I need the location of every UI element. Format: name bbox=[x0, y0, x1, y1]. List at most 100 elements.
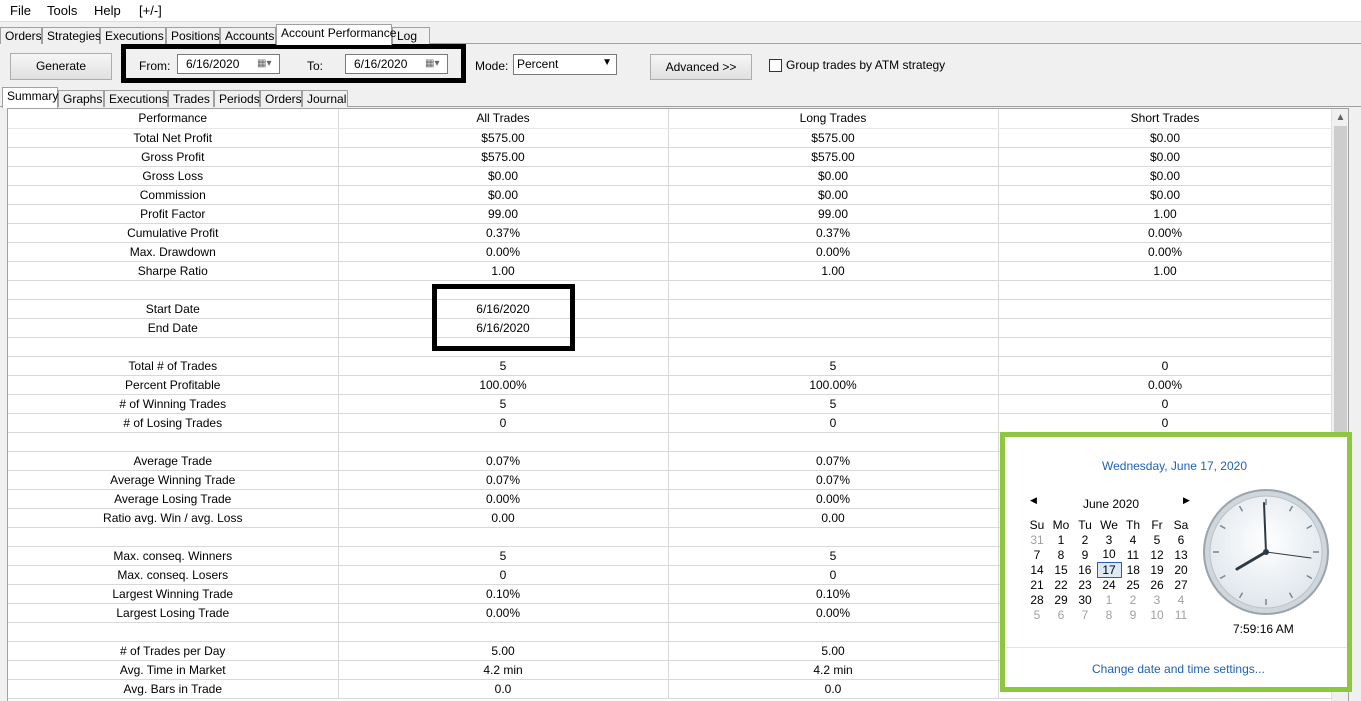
calendar-day[interactable]: 27 bbox=[1169, 577, 1193, 592]
table-row[interactable]: Cumulative Profit 0.37% 0.37% 0.00% bbox=[8, 223, 1333, 243]
calendar-day[interactable]: 19 bbox=[1145, 562, 1169, 577]
generate-button[interactable]: Generate bbox=[10, 53, 112, 80]
mode-select[interactable]: Percent ▼ bbox=[513, 54, 617, 75]
sub-tab-strip: Summary Graphs Executions Trades Periods… bbox=[0, 87, 1361, 108]
calendar-day[interactable]: 16 bbox=[1073, 562, 1097, 577]
scroll-up-arrow-icon[interactable]: ▲ bbox=[1332, 109, 1348, 126]
table-row[interactable]: Percent Profitable 100.00% 100.00% 0.00% bbox=[8, 375, 1333, 395]
calendar-day[interactable]: 28 bbox=[1025, 592, 1049, 607]
metric-value-cell: 0.00% bbox=[338, 603, 669, 623]
group-trades-checkbox[interactable] bbox=[769, 59, 782, 72]
weekday-header: Su bbox=[1029, 517, 1045, 532]
column-header[interactable]: Long Trades bbox=[668, 109, 999, 129]
calendar-day[interactable]: 31 bbox=[1025, 532, 1049, 547]
table-row[interactable]: # of Losing Trades 0 0 0 bbox=[8, 413, 1333, 433]
calendar-day[interactable]: 2 bbox=[1121, 592, 1145, 607]
calendar-day[interactable]: 1 bbox=[1097, 592, 1121, 607]
table-row[interactable]: Gross Loss $0.00 $0.00 $0.00 bbox=[8, 166, 1333, 186]
calendar-day[interactable]: 23 bbox=[1073, 577, 1097, 592]
calendar-day[interactable]: 3 bbox=[1097, 532, 1121, 547]
metric-value-cell: 0.00% bbox=[668, 242, 999, 262]
calendar-day[interactable]: 7 bbox=[1073, 607, 1097, 622]
metric-value-cell: 0.37% bbox=[338, 223, 669, 243]
metric-value-cell: $0.00 bbox=[668, 166, 999, 186]
calendar-day[interactable]: 4 bbox=[1121, 532, 1145, 547]
calendar-day[interactable]: 6 bbox=[1169, 532, 1193, 547]
menu-tools[interactable]: Tools bbox=[47, 3, 77, 18]
calendar-day[interactable]: 5 bbox=[1145, 532, 1169, 547]
table-header-row: Performance All Trades Long Trades Short… bbox=[8, 109, 1333, 129]
metric-value-cell: 0.00% bbox=[998, 242, 1333, 262]
calendar-day[interactable]: 22 bbox=[1049, 577, 1073, 592]
calendar-day[interactable]: 6 bbox=[1049, 607, 1073, 622]
calendar-day[interactable]: 25 bbox=[1121, 577, 1145, 592]
metric-value-cell: $0.00 bbox=[998, 147, 1333, 167]
tab-graphs[interactable]: Graphs bbox=[58, 90, 104, 107]
calendar-day[interactable]: 3 bbox=[1145, 592, 1169, 607]
calendar-day[interactable]: 24 bbox=[1097, 577, 1121, 592]
tab-executions-sub[interactable]: Executions bbox=[104, 90, 168, 107]
full-date-link[interactable]: Wednesday, June 17, 2020 bbox=[1005, 459, 1357, 473]
calendar-day[interactable]: 2 bbox=[1073, 532, 1097, 547]
tab-account-performance[interactable]: Account Performance bbox=[276, 24, 396, 45]
calendar-day[interactable]: 9 bbox=[1073, 547, 1097, 562]
tab-orders-sub[interactable]: Orders bbox=[260, 90, 302, 107]
calendar-day[interactable]: 20 bbox=[1169, 562, 1193, 577]
calendar-day[interactable]: 10 bbox=[1097, 547, 1121, 562]
tab-periods[interactable]: Periods bbox=[214, 90, 260, 107]
menu-file[interactable]: File bbox=[10, 3, 31, 18]
column-header[interactable]: Short Trades bbox=[998, 109, 1333, 129]
calendar-day[interactable]: 30 bbox=[1073, 592, 1097, 607]
table-row[interactable]: Total # of Trades 5 5 0 bbox=[8, 356, 1333, 376]
calendar-day[interactable]: 1 bbox=[1049, 532, 1073, 547]
table-row[interactable]: Total Net Profit $575.00 $575.00 $0.00 bbox=[8, 128, 1333, 148]
calendar-day[interactable]: 9 bbox=[1121, 607, 1145, 622]
tab-summary[interactable]: Summary bbox=[2, 87, 58, 108]
column-header[interactable]: All Trades bbox=[338, 109, 669, 129]
calendar-day[interactable]: 8 bbox=[1049, 547, 1073, 562]
table-row[interactable]: Start Date 6/16/2020 bbox=[8, 299, 1333, 319]
column-header[interactable]: Performance bbox=[8, 109, 339, 129]
calendar-day[interactable]: 10 bbox=[1145, 607, 1169, 622]
digital-time: 7:59:16 AM bbox=[1233, 622, 1294, 636]
previous-month-icon[interactable]: ◀ bbox=[1030, 495, 1037, 506]
calendar-day[interactable]: 14 bbox=[1025, 562, 1049, 577]
table-row[interactable]: Max. Drawdown 0.00% 0.00% 0.00% bbox=[8, 242, 1333, 262]
calendar-day[interactable]: 17 bbox=[1096, 561, 1122, 578]
calendar-day[interactable]: 13 bbox=[1169, 547, 1193, 562]
calendar-day[interactable]: 5 bbox=[1025, 607, 1049, 622]
calendar-day[interactable]: 11 bbox=[1169, 607, 1193, 622]
table-row[interactable]: Gross Profit $575.00 $575.00 $0.00 bbox=[8, 147, 1333, 167]
calendar-day[interactable]: 15 bbox=[1049, 562, 1073, 577]
menu-help[interactable]: Help bbox=[94, 3, 121, 18]
table-row[interactable]: End Date 6/16/2020 bbox=[8, 318, 1333, 338]
calendar-day[interactable]: 21 bbox=[1025, 577, 1049, 592]
calendar-month-title[interactable]: June 2020 bbox=[1083, 497, 1139, 511]
table-row[interactable]: # of Winning Trades 5 5 0 bbox=[8, 394, 1333, 414]
tab-orders[interactable]: Orders bbox=[0, 27, 42, 44]
table-row[interactable] bbox=[8, 337, 1333, 357]
tab-trades[interactable]: Trades bbox=[168, 90, 214, 107]
change-date-time-settings-link[interactable]: Change date and time settings... bbox=[1092, 662, 1265, 676]
tab-log[interactable]: Log bbox=[392, 27, 430, 44]
next-month-icon[interactable]: ▶ bbox=[1183, 495, 1190, 506]
tab-accounts[interactable]: Accounts bbox=[220, 27, 276, 44]
calendar-day[interactable]: 8 bbox=[1097, 607, 1121, 622]
calendar-day[interactable]: 4 bbox=[1169, 592, 1193, 607]
table-row[interactable]: Profit Factor 99.00 99.00 1.00 bbox=[8, 204, 1333, 224]
tab-strategies[interactable]: Strategies bbox=[42, 27, 101, 44]
table-row[interactable] bbox=[8, 280, 1333, 300]
tab-executions[interactable]: Executions bbox=[100, 27, 166, 44]
advanced-button[interactable]: Advanced >> bbox=[650, 54, 752, 80]
calendar-day[interactable]: 11 bbox=[1121, 547, 1145, 562]
calendar-day[interactable]: 29 bbox=[1049, 592, 1073, 607]
calendar-day[interactable]: 7 bbox=[1025, 547, 1049, 562]
table-row[interactable]: Commission $0.00 $0.00 $0.00 bbox=[8, 185, 1333, 205]
calendar-day[interactable]: 12 bbox=[1145, 547, 1169, 562]
calendar-day[interactable]: 26 bbox=[1145, 577, 1169, 592]
calendar-day[interactable]: 18 bbox=[1121, 562, 1145, 577]
tab-positions[interactable]: Positions bbox=[166, 27, 220, 44]
menu-expand[interactable]: [+/-] bbox=[139, 3, 162, 18]
table-row[interactable]: Sharpe Ratio 1.00 1.00 1.00 bbox=[8, 261, 1333, 281]
tab-journal[interactable]: Journal bbox=[302, 90, 348, 107]
